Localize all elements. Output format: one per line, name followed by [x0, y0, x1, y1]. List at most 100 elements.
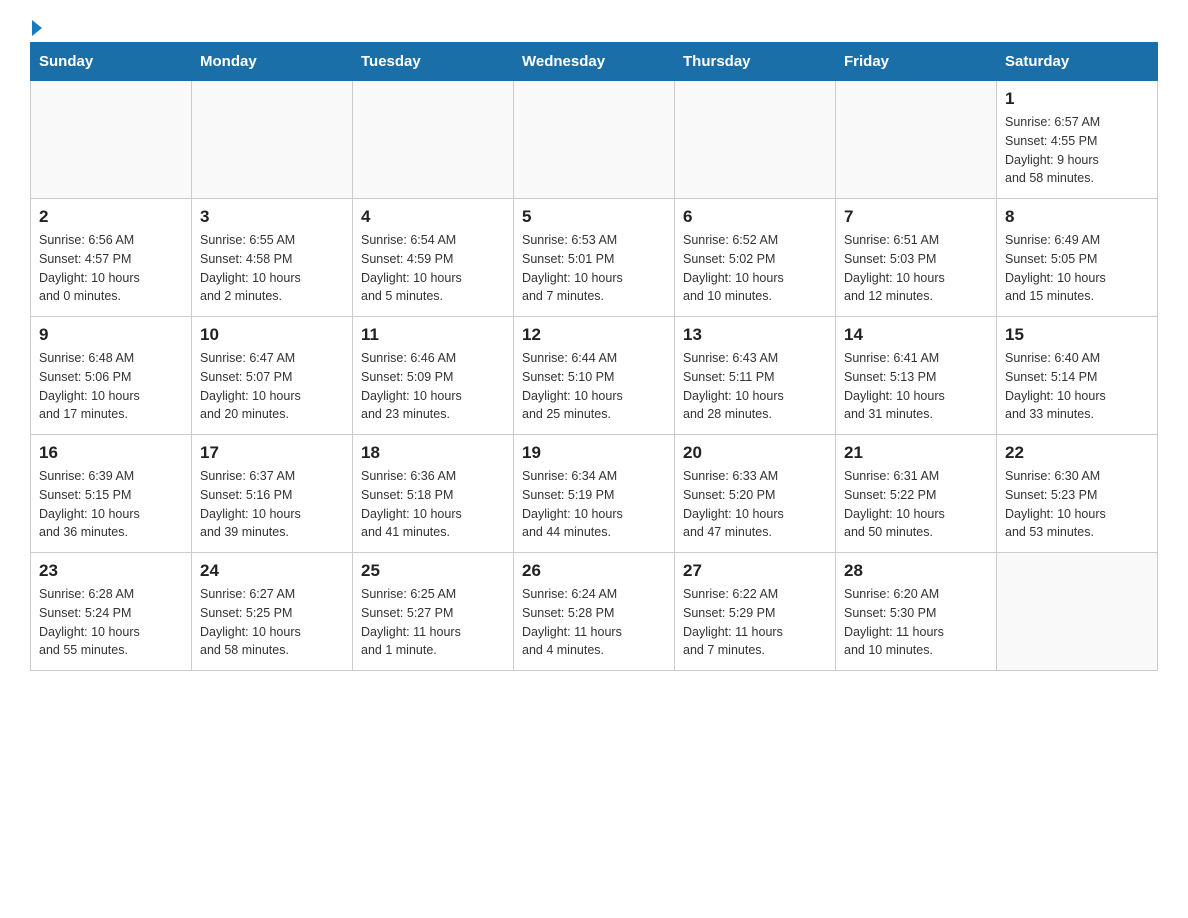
day-info: Sunrise: 6:33 AMSunset: 5:20 PMDaylight:… — [683, 467, 827, 542]
day-number: 26 — [522, 561, 666, 581]
calendar-day-cell — [353, 81, 514, 199]
calendar-day-cell: 28 Sunrise: 6:20 AMSunset: 5:30 PMDayligh… — [836, 553, 997, 671]
day-info: Sunrise: 6:20 AMSunset: 5:30 PMDaylight:… — [844, 585, 988, 660]
day-info: Sunrise: 6:47 AMSunset: 5:07 PMDaylight:… — [200, 349, 344, 424]
day-info: Sunrise: 6:25 AMSunset: 5:27 PMDaylight:… — [361, 585, 505, 660]
day-info: Sunrise: 6:44 AMSunset: 5:10 PMDaylight:… — [522, 349, 666, 424]
calendar-day-cell — [31, 81, 192, 199]
day-info: Sunrise: 6:43 AMSunset: 5:11 PMDaylight:… — [683, 349, 827, 424]
day-info: Sunrise: 6:54 AMSunset: 4:59 PMDaylight:… — [361, 231, 505, 306]
calendar-week-row: 9 Sunrise: 6:48 AMSunset: 5:06 PMDaylight… — [31, 317, 1158, 435]
day-info: Sunrise: 6:34 AMSunset: 5:19 PMDaylight:… — [522, 467, 666, 542]
calendar-day-cell: 6 Sunrise: 6:52 AMSunset: 5:02 PMDaylight… — [675, 199, 836, 317]
day-info: Sunrise: 6:39 AMSunset: 5:15 PMDaylight:… — [39, 467, 183, 542]
calendar-table: SundayMondayTuesdayWednesdayThursdayFrid… — [30, 42, 1158, 671]
day-info: Sunrise: 6:37 AMSunset: 5:16 PMDaylight:… — [200, 467, 344, 542]
day-number: 5 — [522, 207, 666, 227]
calendar-day-cell: 4 Sunrise: 6:54 AMSunset: 4:59 PMDaylight… — [353, 199, 514, 317]
day-number: 17 — [200, 443, 344, 463]
day-info: Sunrise: 6:57 AMSunset: 4:55 PMDaylight:… — [1005, 113, 1149, 188]
day-info: Sunrise: 6:31 AMSunset: 5:22 PMDaylight:… — [844, 467, 988, 542]
calendar-day-cell: 13 Sunrise: 6:43 AMSunset: 5:11 PMDayligh… — [675, 317, 836, 435]
calendar-week-row: 1 Sunrise: 6:57 AMSunset: 4:55 PMDaylight… — [31, 81, 1158, 199]
calendar-day-cell: 7Sunrise: 6:51 AMSunset: 5:03 PMDaylight… — [836, 199, 997, 317]
day-number: 11 — [361, 325, 505, 345]
day-number: 16 — [39, 443, 183, 463]
calendar-day-cell: 27 Sunrise: 6:22 AMSunset: 5:29 PMDayligh… — [675, 553, 836, 671]
day-info: Sunrise: 6:56 AMSunset: 4:57 PMDaylight:… — [39, 231, 183, 306]
day-info: Sunrise: 6:27 AMSunset: 5:25 PMDaylight:… — [200, 585, 344, 660]
day-number: 8 — [1005, 207, 1149, 227]
calendar-week-row: 23Sunrise: 6:28 AMSunset: 5:24 PMDayligh… — [31, 553, 1158, 671]
calendar-day-cell: 21 Sunrise: 6:31 AMSunset: 5:22 PMDayligh… — [836, 435, 997, 553]
day-info: Sunrise: 6:55 AMSunset: 4:58 PMDaylight:… — [200, 231, 344, 306]
calendar-day-cell: 5 Sunrise: 6:53 AMSunset: 5:01 PMDaylight… — [514, 199, 675, 317]
day-info: Sunrise: 6:52 AMSunset: 5:02 PMDaylight:… — [683, 231, 827, 306]
weekday-header-row: SundayMondayTuesdayWednesdayThursdayFrid… — [31, 43, 1158, 81]
day-number: 22 — [1005, 443, 1149, 463]
calendar-day-cell: 1 Sunrise: 6:57 AMSunset: 4:55 PMDaylight… — [997, 81, 1158, 199]
day-info: Sunrise: 6:46 AMSunset: 5:09 PMDaylight:… — [361, 349, 505, 424]
day-number: 20 — [683, 443, 827, 463]
day-info: Sunrise: 6:41 AMSunset: 5:13 PMDaylight:… — [844, 349, 988, 424]
logo-arrow-icon — [32, 20, 42, 36]
day-number: 4 — [361, 207, 505, 227]
calendar-day-cell: 20 Sunrise: 6:33 AMSunset: 5:20 PMDayligh… — [675, 435, 836, 553]
day-number: 2 — [39, 207, 183, 227]
day-number: 10 — [200, 325, 344, 345]
calendar-day-cell: 12 Sunrise: 6:44 AMSunset: 5:10 PMDayligh… — [514, 317, 675, 435]
calendar-day-cell — [836, 81, 997, 199]
day-number: 13 — [683, 325, 827, 345]
day-info: Sunrise: 6:22 AMSunset: 5:29 PMDaylight:… — [683, 585, 827, 660]
day-number: 1 — [1005, 89, 1149, 109]
day-info: Sunrise: 6:48 AMSunset: 5:06 PMDaylight:… — [39, 349, 183, 424]
day-number: 25 — [361, 561, 505, 581]
day-info: Sunrise: 6:24 AMSunset: 5:28 PMDaylight:… — [522, 585, 666, 660]
day-number: 21 — [844, 443, 988, 463]
calendar-day-cell: 19Sunrise: 6:34 AMSunset: 5:19 PMDayligh… — [514, 435, 675, 553]
weekday-header-tuesday: Tuesday — [353, 43, 514, 81]
calendar-day-cell: 14 Sunrise: 6:41 AMSunset: 5:13 PMDayligh… — [836, 317, 997, 435]
day-number: 24 — [200, 561, 344, 581]
day-info: Sunrise: 6:30 AMSunset: 5:23 PMDaylight:… — [1005, 467, 1149, 542]
weekday-header-thursday: Thursday — [675, 43, 836, 81]
calendar-day-cell: 17 Sunrise: 6:37 AMSunset: 5:16 PMDayligh… — [192, 435, 353, 553]
calendar-day-cell: 26 Sunrise: 6:24 AMSunset: 5:28 PMDayligh… — [514, 553, 675, 671]
day-number: 7 — [844, 207, 988, 227]
weekday-header-sunday: Sunday — [31, 43, 192, 81]
day-number: 6 — [683, 207, 827, 227]
calendar-day-cell — [514, 81, 675, 199]
calendar-day-cell: 23Sunrise: 6:28 AMSunset: 5:24 PMDayligh… — [31, 553, 192, 671]
calendar-day-cell: 25 Sunrise: 6:25 AMSunset: 5:27 PMDayligh… — [353, 553, 514, 671]
day-number: 23 — [39, 561, 183, 581]
day-info: Sunrise: 6:53 AMSunset: 5:01 PMDaylight:… — [522, 231, 666, 306]
calendar-day-cell: 15 Sunrise: 6:40 AMSunset: 5:14 PMDayligh… — [997, 317, 1158, 435]
day-number: 14 — [844, 325, 988, 345]
weekday-header-saturday: Saturday — [997, 43, 1158, 81]
calendar-day-cell — [997, 553, 1158, 671]
calendar-day-cell — [192, 81, 353, 199]
logo — [30, 20, 42, 32]
calendar-day-cell: 10 Sunrise: 6:47 AMSunset: 5:07 PMDayligh… — [192, 317, 353, 435]
day-info: Sunrise: 6:36 AMSunset: 5:18 PMDaylight:… — [361, 467, 505, 542]
day-number: 27 — [683, 561, 827, 581]
calendar-day-cell: 11 Sunrise: 6:46 AMSunset: 5:09 PMDayligh… — [353, 317, 514, 435]
day-number: 9 — [39, 325, 183, 345]
day-number: 18 — [361, 443, 505, 463]
weekday-header-monday: Monday — [192, 43, 353, 81]
calendar-header: SundayMondayTuesdayWednesdayThursdayFrid… — [31, 43, 1158, 81]
weekday-header-wednesday: Wednesday — [514, 43, 675, 81]
day-number: 28 — [844, 561, 988, 581]
calendar-day-cell: 16 Sunrise: 6:39 AMSunset: 5:15 PMDayligh… — [31, 435, 192, 553]
calendar-day-cell: 24 Sunrise: 6:27 AMSunset: 5:25 PMDayligh… — [192, 553, 353, 671]
calendar-day-cell: 22 Sunrise: 6:30 AMSunset: 5:23 PMDayligh… — [997, 435, 1158, 553]
calendar-day-cell — [675, 81, 836, 199]
calendar-day-cell: 8 Sunrise: 6:49 AMSunset: 5:05 PMDaylight… — [997, 199, 1158, 317]
calendar-day-cell: 9 Sunrise: 6:48 AMSunset: 5:06 PMDaylight… — [31, 317, 192, 435]
calendar-week-row: 16 Sunrise: 6:39 AMSunset: 5:15 PMDayligh… — [31, 435, 1158, 553]
day-number: 15 — [1005, 325, 1149, 345]
day-info: Sunrise: 6:40 AMSunset: 5:14 PMDaylight:… — [1005, 349, 1149, 424]
calendar-day-cell: 3Sunrise: 6:55 AMSunset: 4:58 PMDaylight… — [192, 199, 353, 317]
day-info: Sunrise: 6:49 AMSunset: 5:05 PMDaylight:… — [1005, 231, 1149, 306]
day-number: 12 — [522, 325, 666, 345]
